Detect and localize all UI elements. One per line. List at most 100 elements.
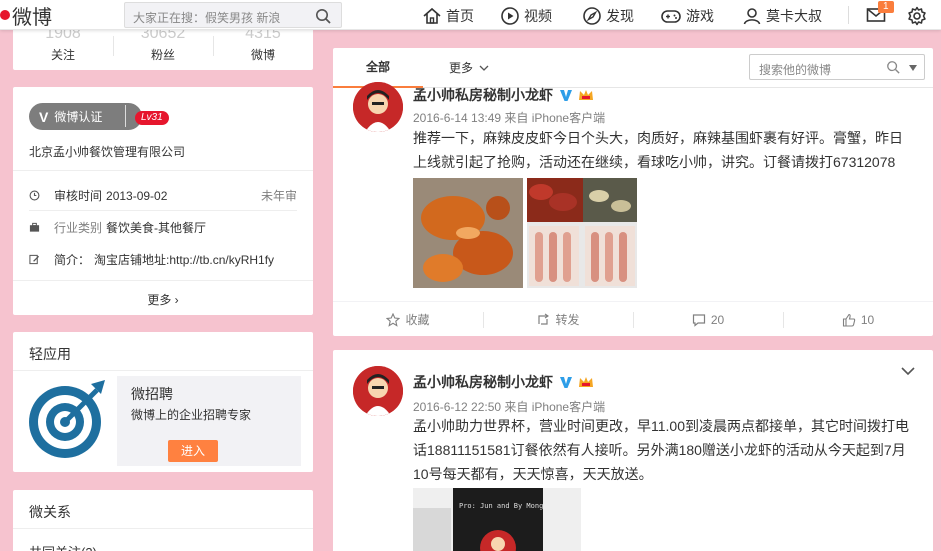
post-image-crab[interactable] bbox=[413, 178, 523, 288]
briefcase-icon bbox=[29, 222, 40, 232]
settings-button[interactable] bbox=[907, 6, 927, 29]
top-navigation-bar: 微博 大家正在搜：假笑男孩 新浪 首页 视频 发现 游戏 莫卡大叔 1 bbox=[0, 0, 941, 30]
author-avatar[interactable] bbox=[353, 82, 403, 132]
post-author-name: 孟小帅私房秘制小龙虾 bbox=[413, 87, 553, 103]
nav-divider bbox=[848, 6, 849, 24]
bag-photo bbox=[413, 488, 581, 551]
logo-text: 微博 bbox=[12, 4, 52, 29]
feed-post: 孟小帅私房秘制小龙虾 2016-6-12 22:50 来自 iPhone客户端 … bbox=[333, 350, 933, 551]
app-weizhaopin[interactable]: 微招聘 微博上的企业招聘专家 进入 bbox=[25, 376, 301, 466]
info-divider bbox=[13, 280, 313, 281]
intro-key: 简介： bbox=[54, 253, 91, 267]
feed-tabs-bar: 全部 更多 搜索他的微博 bbox=[333, 48, 933, 88]
user-icon bbox=[743, 8, 761, 25]
relations-card: 微关系 共同关注(3) bbox=[13, 490, 313, 551]
search-icon[interactable] bbox=[315, 8, 331, 24]
mail-count-badge: 1 bbox=[878, 1, 894, 13]
home-icon bbox=[423, 7, 441, 24]
favorite-button[interactable]: 收藏 bbox=[333, 302, 483, 337]
vip-crown-icon bbox=[579, 90, 593, 100]
like-count: 10 bbox=[860, 312, 875, 327]
repost-button[interactable]: 转发 bbox=[483, 302, 633, 337]
industry-key: 行业类别 bbox=[54, 221, 103, 235]
nav-games[interactable]: 游戏 bbox=[660, 6, 714, 26]
review-time-row: 审核时间 2013-09-02 bbox=[29, 187, 167, 204]
review-time-value: 2013-09-02 bbox=[106, 188, 168, 203]
repost-label: 转发 bbox=[555, 313, 580, 327]
app-description: 微博上的企业招聘专家 bbox=[131, 408, 252, 422]
info-divider bbox=[29, 210, 297, 211]
star-icon bbox=[386, 312, 401, 327]
company-name: 北京孟小帅餐饮管理有限公司 bbox=[29, 145, 186, 159]
nav-games-label: 游戏 bbox=[686, 8, 714, 24]
search-icon[interactable] bbox=[886, 60, 900, 74]
caret-down-icon[interactable] bbox=[909, 65, 917, 71]
post-meta[interactable]: 2016-6-14 13:49 来自 iPhone客户端 bbox=[413, 109, 605, 126]
nav-discover[interactable]: 发现 bbox=[582, 6, 634, 26]
chevron-down-icon[interactable] bbox=[901, 366, 915, 376]
gamepad-icon bbox=[661, 10, 681, 23]
light-apps-card: 轻应用 微招聘 微博上的企业招聘专家 进入 bbox=[13, 332, 313, 472]
feed-search-input[interactable]: 搜索他的微博 bbox=[749, 54, 925, 80]
avatar-illustration-icon bbox=[353, 366, 403, 416]
shrimp-photo bbox=[527, 178, 637, 288]
post-image-shrimp[interactable] bbox=[527, 178, 637, 288]
annual-review-status: 未年审 bbox=[260, 189, 297, 203]
industry-row: 行业类别 餐饮美食-其他餐厅 bbox=[29, 219, 206, 236]
video-icon bbox=[501, 7, 519, 25]
repost-icon bbox=[538, 313, 550, 325]
nav-video-label: 视频 bbox=[524, 8, 552, 24]
verified-v-icon bbox=[560, 90, 572, 101]
tab-more-label: 更多 bbox=[449, 61, 474, 75]
weibo-logo[interactable]: 微博 bbox=[0, 4, 52, 29]
tab-more[interactable]: 更多 bbox=[449, 48, 489, 88]
nav-video[interactable]: 视频 bbox=[500, 6, 552, 26]
post-text: 孟小帅助力世界杯，营业时间更改，早11.00到凌晨两点都接单，其它时间拨打电话1… bbox=[413, 418, 909, 482]
intro-value[interactable]: 淘宝店铺地址:http://tb.cn/kyRH1fy bbox=[94, 251, 274, 268]
compass-icon bbox=[583, 7, 601, 25]
post-author[interactable]: 孟小帅私房秘制小龙虾 bbox=[413, 372, 594, 392]
edit-icon bbox=[29, 254, 40, 265]
bag-caption: Pro: Jun and By Mong bbox=[459, 502, 544, 510]
review-time-key: 审核时间 bbox=[54, 189, 103, 203]
profile-more-link[interactable]: 更多 › bbox=[13, 291, 313, 308]
industry-value: 餐饮美食-其他餐厅 bbox=[106, 221, 207, 235]
post-author-name: 孟小帅私房秘制小龙虾 bbox=[413, 374, 553, 390]
nav-user-profile[interactable]: 莫卡大叔 bbox=[742, 6, 822, 26]
info-divider bbox=[13, 170, 313, 171]
level-badge[interactable]: Lv31 bbox=[135, 111, 169, 125]
verified-v-icon bbox=[560, 377, 572, 388]
clock-icon bbox=[29, 190, 40, 201]
post-image-bag[interactable]: Pro: Jun and By Mong bbox=[413, 488, 581, 551]
badge-divider bbox=[125, 105, 126, 127]
author-avatar[interactable] bbox=[353, 366, 403, 416]
enter-app-button[interactable]: 进入 bbox=[168, 440, 218, 462]
nav-user-label: 莫卡大叔 bbox=[766, 8, 822, 24]
feed-search-placeholder: 搜索他的微博 bbox=[759, 63, 832, 77]
stat-followers-label: 粉丝 bbox=[150, 48, 175, 62]
stat-following-label: 关注 bbox=[50, 48, 75, 62]
post-meta[interactable]: 2016-6-12 22:50 来自 iPhone客户端 bbox=[413, 398, 605, 415]
comment-button[interactable]: 20 bbox=[633, 302, 783, 337]
search-placeholder: 大家正在搜：假笑男孩 新浪 bbox=[133, 11, 281, 25]
feed-post: 孟小帅私房秘制小龙虾 2016-6-14 13:49 来自 iPhone客户端 … bbox=[333, 82, 933, 336]
intro-row: 简介： 淘宝店铺地址:http://tb.cn/kyRH1fy bbox=[29, 251, 274, 268]
global-search-input[interactable]: 大家正在搜：假笑男孩 新浪 bbox=[124, 2, 342, 28]
nav-discover-label: 发现 bbox=[606, 8, 634, 24]
verify-label: 微博认证 bbox=[54, 110, 103, 124]
relations-title: 微关系 bbox=[29, 504, 71, 520]
nav-home-label: 首页 bbox=[446, 8, 474, 24]
mutual-follows-link[interactable]: 共同关注(3) bbox=[29, 542, 97, 551]
thumbs-up-icon bbox=[842, 313, 856, 327]
nav-home[interactable]: 首页 bbox=[422, 6, 474, 26]
chevron-down-icon bbox=[479, 65, 489, 71]
favorite-label: 收藏 bbox=[405, 313, 430, 327]
apps-divider bbox=[13, 370, 313, 371]
post-author[interactable]: 孟小帅私房秘制小龙虾 bbox=[413, 85, 594, 105]
post-actions-bar: 收藏 转发 20 10 bbox=[333, 301, 933, 336]
profile-info-card: V 微博认证 Lv31 北京孟小帅餐饮管理有限公司 审核时间 2013-09-0… bbox=[13, 87, 313, 315]
like-button[interactable]: 10 bbox=[783, 302, 933, 337]
messages-button[interactable]: 1 bbox=[866, 1, 894, 27]
relations-divider bbox=[13, 528, 313, 529]
target-icon bbox=[29, 380, 105, 458]
